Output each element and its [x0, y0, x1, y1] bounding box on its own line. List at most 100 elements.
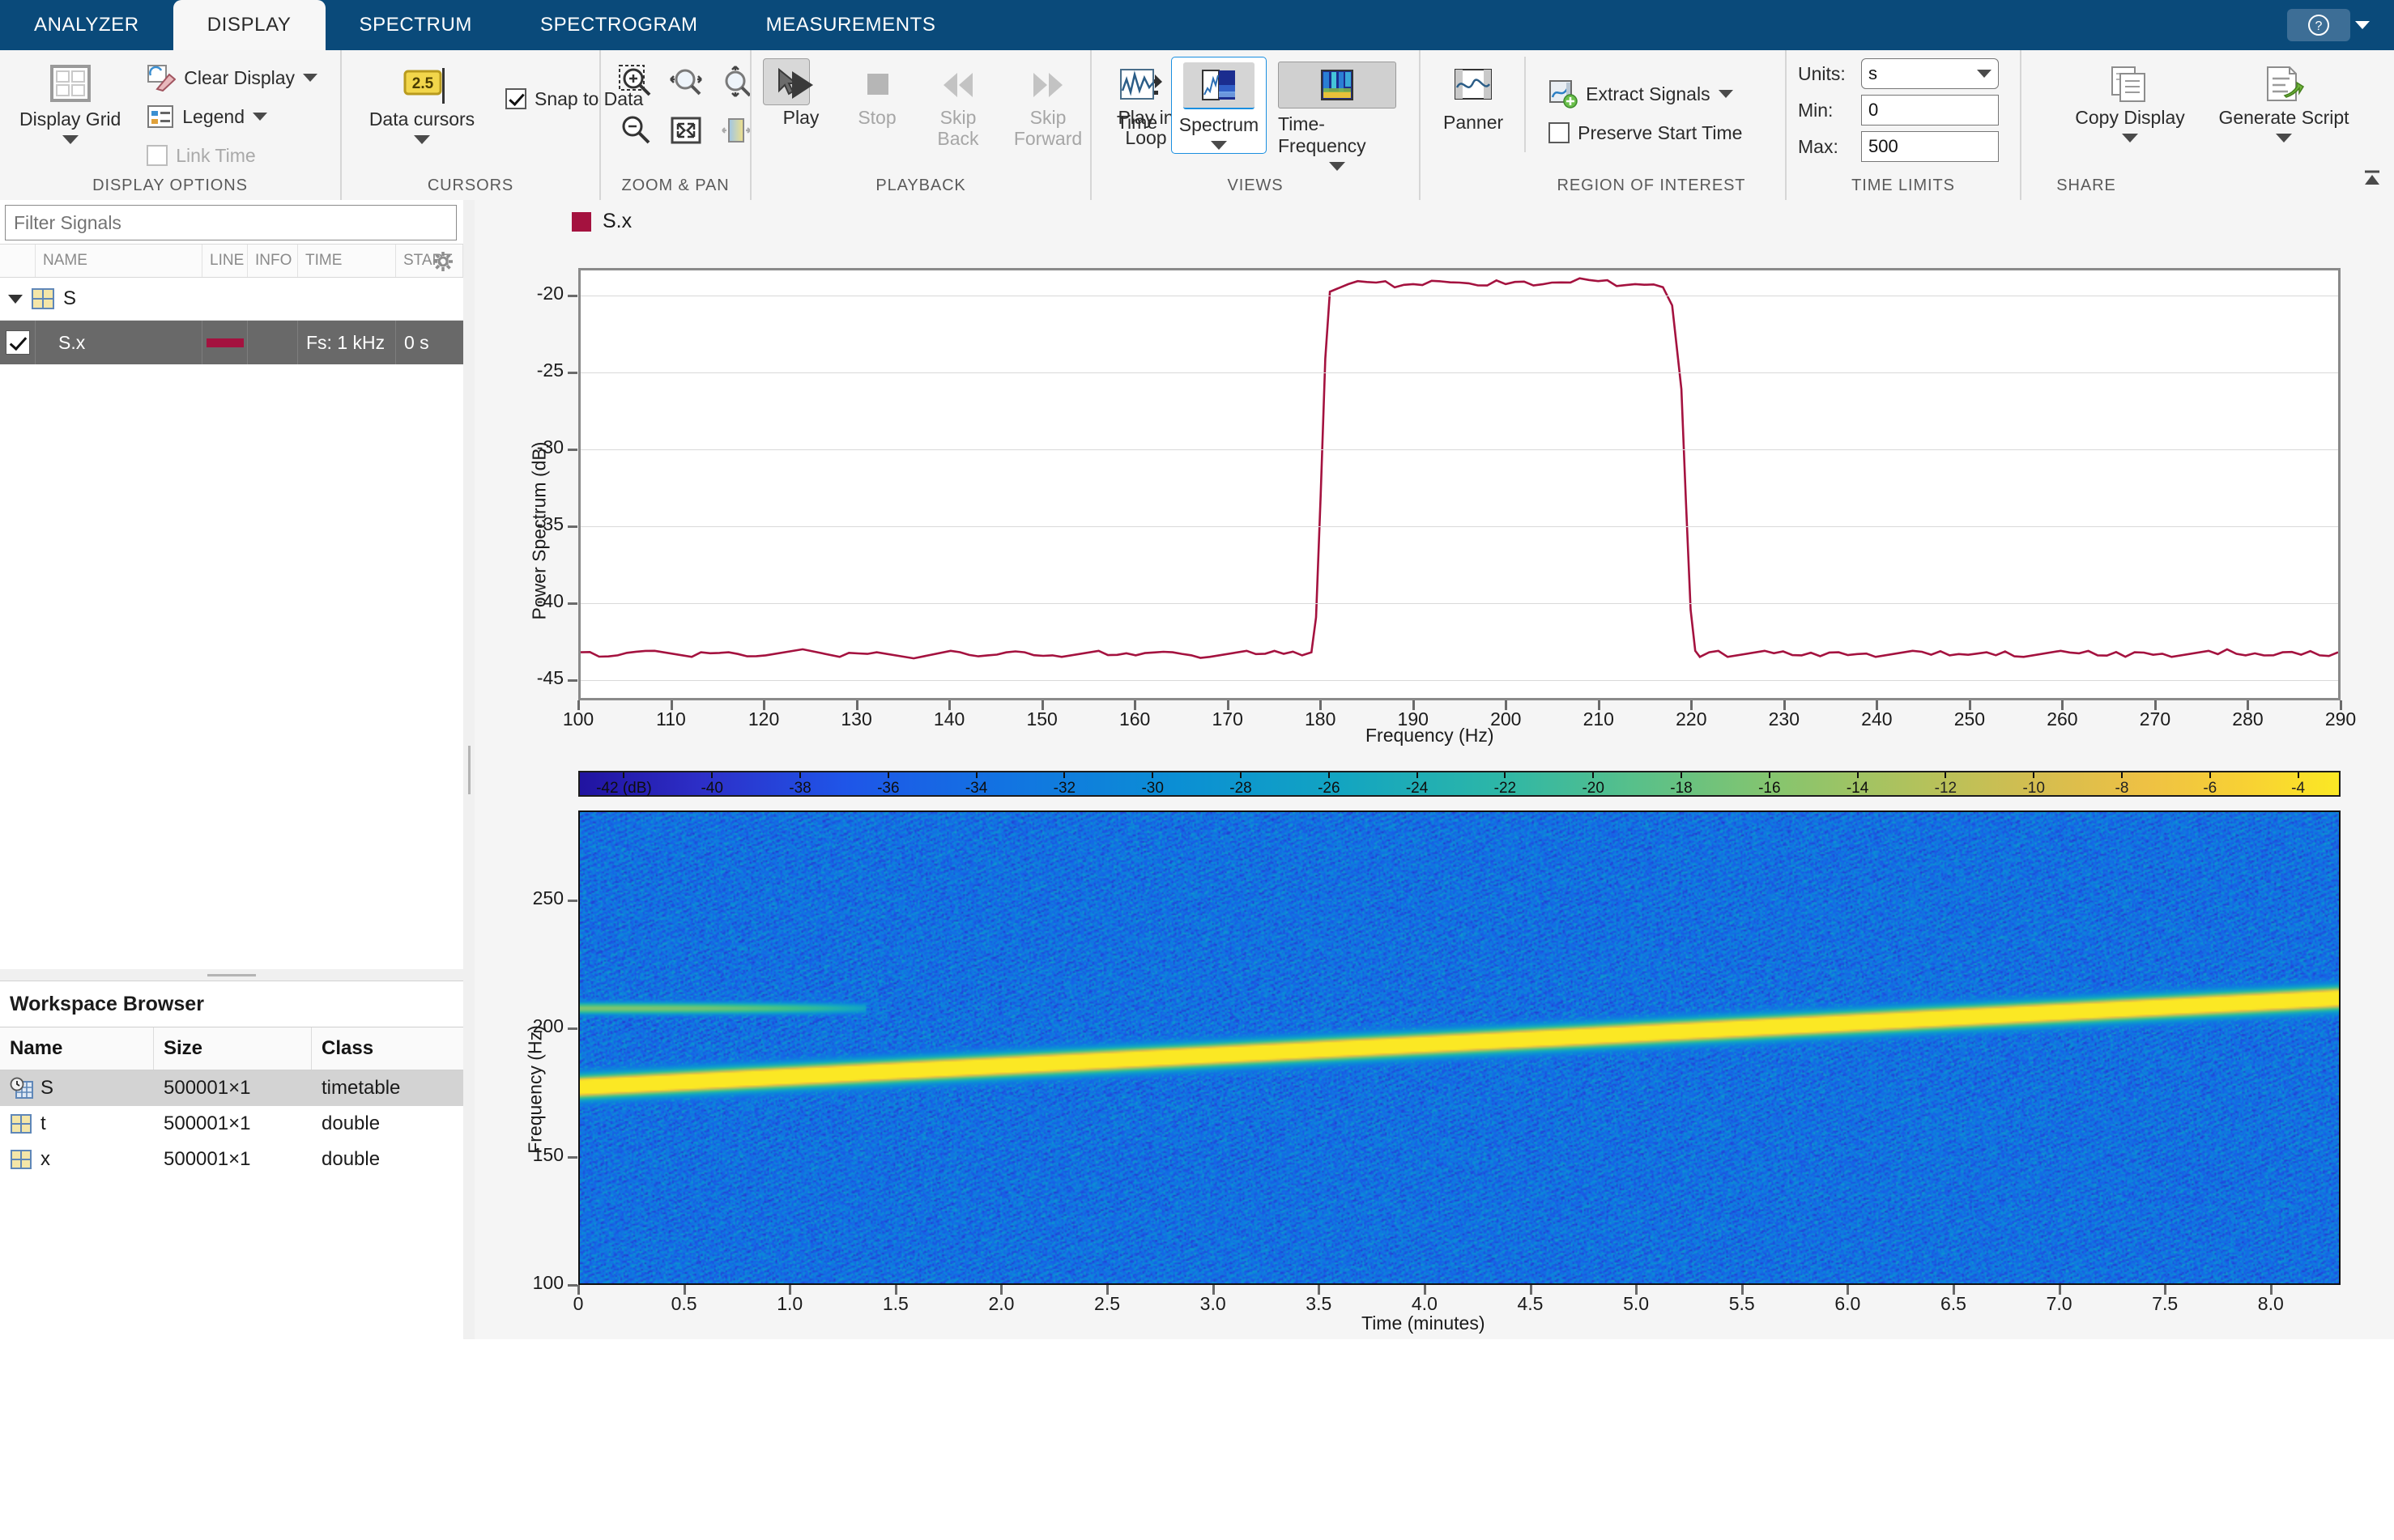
legend-caret-icon[interactable]	[253, 113, 268, 121]
signal-col-name[interactable]: NAME	[36, 245, 202, 277]
spectrum-legend[interactable]: S.x	[572, 210, 632, 233]
list-item[interactable]: t 500001×1 double	[0, 1106, 463, 1142]
data-cursors-label: Data cursors	[368, 108, 475, 130]
colorbar-tick-mark	[1945, 772, 1947, 778]
units-caret-icon[interactable]	[1977, 70, 1991, 78]
display-grid-caret-icon[interactable]	[62, 134, 79, 144]
generate-script-caret-icon[interactable]	[2276, 133, 2292, 143]
skip-back-button[interactable]: Skip Back	[915, 62, 1001, 150]
list-item[interactable]: x 500001×1 double	[0, 1142, 463, 1177]
tab-analyzer[interactable]: ANALYZER	[0, 0, 173, 50]
help-button[interactable]: ?	[2287, 9, 2350, 41]
zoom-in-x-icon[interactable]	[662, 58, 709, 105]
view-spectrum-caret-icon[interactable]	[1211, 141, 1227, 150]
clear-display-caret-icon[interactable]	[303, 74, 318, 82]
vertical-splitter[interactable]	[463, 200, 475, 1339]
snap-to-data-checkbox[interactable]	[505, 88, 526, 109]
copy-display-button[interactable]: Copy Display	[2057, 60, 2203, 143]
gridline	[581, 372, 2338, 374]
plot-area: S.x Power Spectrum (dB) -20 -25 -30 -35 -40-…	[475, 200, 2394, 1339]
colorbar-tick-label: -12	[1934, 780, 1957, 797]
panner-button[interactable]: Panner	[1432, 57, 1514, 137]
legend-icon	[147, 105, 174, 128]
signal-row-line-cell[interactable]	[202, 321, 248, 364]
legend-button[interactable]: Legend	[143, 97, 321, 136]
preserve-start-time-checkbox[interactable]	[1548, 122, 1570, 143]
x-tick-label: 1.0	[777, 1293, 803, 1314]
x-tick-label: 290	[2324, 708, 2357, 730]
view-time-frequency-label: Time-Frequency	[1278, 113, 1366, 156]
play-button[interactable]: Play	[763, 62, 839, 129]
tab-spectrum[interactable]: SPECTRUM	[326, 0, 506, 50]
display-grid-button[interactable]: Display Grid	[11, 57, 129, 144]
horizontal-splitter[interactable]	[0, 969, 463, 981]
view-time-button[interactable]: Time	[1103, 57, 1171, 137]
extract-signals-caret-icon[interactable]	[1718, 90, 1733, 98]
ribbon-group-playback: Play Stop Skip Back Skip Forward Play in…	[750, 50, 1174, 200]
stop-button[interactable]: Stop	[839, 62, 915, 129]
x-tick-label: 2.5	[1094, 1293, 1121, 1314]
min-input[interactable]: 0	[1861, 95, 1999, 125]
preserve-start-time-row[interactable]: Preserve Start Time	[1545, 113, 1745, 152]
table-row[interactable]: S.x Fs: 1 kHz 0 s	[0, 321, 463, 364]
x-tick-label: 240	[1861, 708, 1893, 730]
copy-display-caret-icon[interactable]	[2122, 133, 2138, 143]
signal-col-line[interactable]: LINE	[202, 245, 248, 277]
line-color-swatch[interactable]	[206, 338, 244, 347]
link-time-checkbox[interactable]	[147, 145, 168, 166]
wsb-col-name[interactable]: Name	[0, 1027, 154, 1070]
generate-script-button[interactable]: Generate Script	[2203, 60, 2365, 143]
ribbon-group-zoom-pan: ZOOM & PAN	[599, 50, 810, 200]
panner-iconwrap	[1443, 62, 1503, 107]
tab-display[interactable]: DISPLAY	[173, 0, 326, 50]
signal-col-check	[0, 245, 36, 277]
signal-row-checkbox[interactable]	[5, 330, 30, 355]
list-item[interactable]: S 500001×1 timetable	[0, 1070, 463, 1106]
wsb-row-class: double	[322, 1148, 381, 1170]
signal-col-time[interactable]: TIME	[298, 245, 396, 277]
view-time-frequency-caret-icon[interactable]	[1329, 162, 1345, 171]
tab-measurements[interactable]: MEASUREMENTS	[732, 0, 970, 50]
group-title-share: SHARE	[2056, 177, 2116, 194]
extract-signals-button[interactable]: Extract Signals	[1545, 74, 1745, 113]
fit-to-view-icon[interactable]	[662, 107, 709, 154]
y-tick-label: -45	[536, 667, 564, 689]
spectrogram-image[interactable]	[578, 810, 2341, 1285]
wsb-col-size[interactable]: Size	[154, 1027, 312, 1070]
view-time-frequency-button[interactable]: Time-Frequency	[1267, 57, 1408, 174]
filter-signals-input[interactable]: Filter Signals	[5, 205, 457, 240]
min-label: Min:	[1798, 99, 1834, 121]
signal-table: NAME LINE INFO TIME START S S.x Fs: 1 kH…	[0, 244, 463, 364]
clear-display-button[interactable]: Clear Display	[143, 58, 321, 97]
time-view-iconwrap	[1114, 62, 1160, 107]
gridline	[581, 449, 2338, 451]
zoom-in-region-icon[interactable]	[612, 58, 659, 105]
signal-col-info[interactable]: INFO	[248, 245, 298, 277]
collapse-ribbon-button[interactable]	[2358, 167, 2386, 195]
signal-table-settings-button[interactable]	[432, 251, 454, 277]
expand-collapse-icon[interactable]	[8, 294, 23, 304]
link-time-checkbox-row[interactable]: Link Time	[143, 136, 321, 175]
spectrogram-colorbar[interactable]: -42 (dB) -40 -38 -36 -34 -32 -30 -28 -26 -24 -22 -2…	[578, 771, 2341, 797]
skip-forward-button[interactable]: Skip Forward	[1001, 62, 1095, 150]
wsb-col-class[interactable]: Class	[312, 1027, 454, 1070]
view-spectrum-button[interactable]: Spectrum	[1171, 57, 1267, 154]
data-cursors-caret-icon[interactable]	[414, 134, 430, 144]
zoom-out-icon[interactable]	[612, 107, 659, 154]
y-tick-label: -20	[536, 283, 564, 304]
collapse-ribbon-icon	[2365, 170, 2379, 185]
max-input[interactable]: 500	[1861, 131, 1999, 162]
units-select[interactable]: s	[1861, 58, 1999, 89]
signal-group-row[interactable]: S	[0, 278, 463, 321]
data-cursors-button[interactable]: 2.5 Data cursors	[353, 62, 491, 144]
colorbar-tick-mark	[975, 772, 978, 778]
chevron-down-icon[interactable]	[2355, 21, 2370, 29]
y-tick-mark	[568, 372, 577, 375]
signal-row-start: 0 s	[404, 331, 429, 353]
x-tick-mark	[1690, 700, 1693, 710]
spectrum-axes[interactable]	[578, 268, 2341, 700]
titlebar-actions: ?	[2287, 0, 2394, 50]
colorbar-tick-mark	[799, 772, 801, 778]
tab-spectrogram[interactable]: SPECTROGRAM	[506, 0, 732, 50]
x-tick-mark	[1968, 700, 1971, 710]
